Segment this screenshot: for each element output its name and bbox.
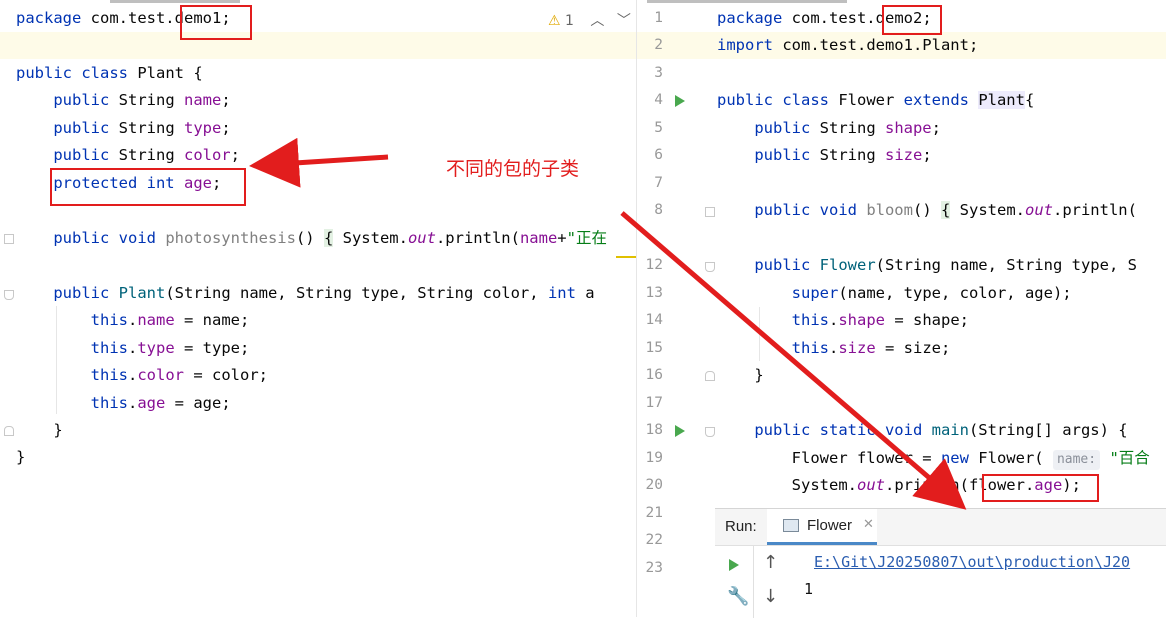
arrow-to-protected-age [249,137,389,188]
annotation-arrows [249,137,967,510]
arrow-to-output [620,211,967,510]
